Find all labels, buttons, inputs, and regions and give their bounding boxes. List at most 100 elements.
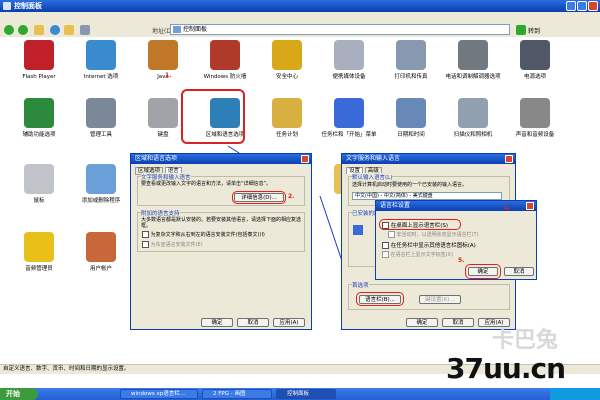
task-paint[interactable]: 2 FPG - 画图 [202,389,272,399]
java-icon [148,40,178,70]
window-title: 控制面板 [14,2,42,10]
close-button[interactable] [588,1,598,11]
dialog1-title: 区域和语言选项 [135,155,178,162]
scheduled-tasks-icon [272,98,302,128]
address-value: 控制面板 [183,26,208,33]
text-labels-checkbox[interactable] [382,251,389,258]
complex-script-checkbox[interactable] [142,231,149,238]
language-bar-settings-dialog: 语言栏设置 在桌面上显示语言栏(S) 4. 非活动时，以透明状态显示语言栏(T)… [375,200,537,280]
applet-label: 声音和音频设备 [515,132,555,138]
dialog1-titlebar: 区域和语言选项 [131,154,311,164]
keyboard-layout-icon [353,225,363,235]
portable-device-icon [334,40,364,70]
preferences-group: 首选项 语言栏(B)... 键设置(K)... [348,281,510,310]
add-remove-icon [86,164,116,194]
dialog2-ok-button[interactable]: 确定 [406,318,438,327]
applet-speaker[interactable]: 声音和音频设备 [498,98,572,139]
taskbar-icons-label: 在任务栏中显示其他语言栏图标(A) [390,243,476,249]
applet-label: 电源选项 [523,74,546,80]
dialog1-close-button[interactable] [301,155,309,163]
scanner-icon [458,98,488,128]
applet-label: 用户帐户 [89,266,112,272]
taskbar: 开始 windows xp语言栏... 2 FPG - 画图 控制面板 [0,388,600,400]
transparent-label: 非活动时，以透明状态显示语言栏(T) [396,232,479,238]
taskbar-icons-checkbox[interactable] [382,242,389,249]
minimize-button[interactable] [566,1,576,11]
dialog1-cancel-button[interactable]: 取消 [237,318,269,327]
clock-icon [396,98,426,128]
flash-icon [24,40,54,70]
transparent-checkbox[interactable] [388,231,395,238]
show-on-desktop-highlight [379,219,461,230]
dialog3-close-button[interactable] [526,202,534,210]
step-2-label: 2. [288,193,295,200]
go-button-label[interactable]: 转到 [528,26,540,35]
prefs-group-title: 首选项 [352,281,369,289]
applet-label: 添加或删除程序 [81,198,121,204]
go-arrow-icon[interactable] [516,25,526,35]
taskbar-icon [334,98,364,128]
shield-icon [272,40,302,70]
region-language-dialog: 区域和语言选项 区域选项 语言 文字服务和输入语言 要查看或更改输入文字的语言和… [130,153,312,330]
dialog3-ok-highlight [465,264,501,279]
dialog2-close-button[interactable] [505,155,513,163]
text-services-group: 文字服务和输入语言 要查看或更改输入文字的语言和方法，请单击“详细信息”。 详细… [137,173,305,206]
dialog3-title: 语言栏设置 [380,202,411,209]
views-icon[interactable] [80,25,90,35]
admin-tools-icon [86,98,116,128]
dialog1-apply-button[interactable]: 应用(A) [273,318,305,327]
east-asian-checkbox-row[interactable]: 为东亚语言安装文件(E) [142,241,203,248]
search-icon[interactable] [50,25,60,35]
firewall-icon [210,40,240,70]
up-folder-icon[interactable] [34,25,44,35]
group2-title: 附加的语言支持 [141,209,180,217]
dialog2-titlebar: 文字服务和输入语言 [342,154,515,164]
dialog1-ok-button[interactable]: 确定 [201,318,233,327]
applet-users[interactable]: 用户帐户 [64,232,138,273]
control-panel-icon [3,2,11,10]
accessibility-icon [24,98,54,128]
watermark-logo: 37uu.cn [446,352,566,385]
dialog3-titlebar: 语言栏设置 [376,201,536,211]
supplemental-language-group: 附加的语言支持 大多数语言都是默认安装的。若要安装其他语言，请选择下面的相应复选… [137,209,305,252]
window-titlebar: 控制面板 [0,0,600,12]
complex-script-label: 为复杂文字和从右到左的语言安装文件(包括泰文)(I) [150,232,265,238]
control-panel-small-icon [173,26,181,33]
forward-icon[interactable] [18,25,28,35]
audio-manager-icon [24,232,54,262]
applet-power[interactable]: 电源选项 [498,40,572,81]
default-group-text: 选择计算机启动时要使用的一个已安装的输入语言。 [352,182,468,188]
address-bar[interactable]: 控制面板 [170,24,510,35]
step-4-label: 4. [504,205,511,212]
complex-script-checkbox-row[interactable]: 为复杂文字和从右到左的语言安装文件(包括泰文)(I) [142,231,265,238]
dialog2-cancel-button[interactable]: 取消 [442,318,474,327]
step-1-label: 1. [165,72,172,79]
key-settings-button[interactable]: 键设置(K)... [419,295,461,304]
phone-modem-icon [458,40,488,70]
group2-text: 大多数语言都是默认安装的。若要安装其他语言，请选择下面的相应复选框。 [141,217,302,229]
taskbar-icons-row[interactable]: 在任务栏中显示其他语言栏图标(A) [382,241,476,249]
maximize-button[interactable] [577,1,587,11]
applet-add-remove[interactable]: 添加或删除程序 [64,164,138,205]
printer-icon [396,40,426,70]
back-icon[interactable] [4,25,14,35]
mouse-icon [24,164,54,194]
internet-globe-icon [86,40,116,70]
power-icon [520,40,550,70]
transparent-option-row[interactable]: 非活动时，以透明状态显示语言栏(T) [388,231,479,238]
text-labels-label: 在语言栏上显示文字标签(X) [390,252,453,258]
task-xp-language-bar[interactable]: windows xp语言栏... [120,389,198,399]
text-labels-row[interactable]: 在语言栏上显示文字标签(X) [382,251,453,258]
task-control-panel[interactable]: 控制面板 [276,389,336,399]
dialog3-cancel-button[interactable]: 取消 [504,267,534,276]
start-button[interactable]: 开始 [0,388,38,400]
details-highlight [232,191,286,204]
folders-icon[interactable] [64,25,74,35]
status-text: 自定义语言、数字、货币、时间和日期的显示设置。 [3,366,130,372]
default-language-select[interactable]: 中文(中国) - 中文(简体) - 美式键盘 [352,192,502,200]
window-controls [566,1,598,11]
region-applet-highlight [181,89,245,144]
system-tray [550,388,600,400]
east-asian-checkbox[interactable] [142,241,149,248]
watermark-ghost: 卡巴兔 [492,328,559,353]
